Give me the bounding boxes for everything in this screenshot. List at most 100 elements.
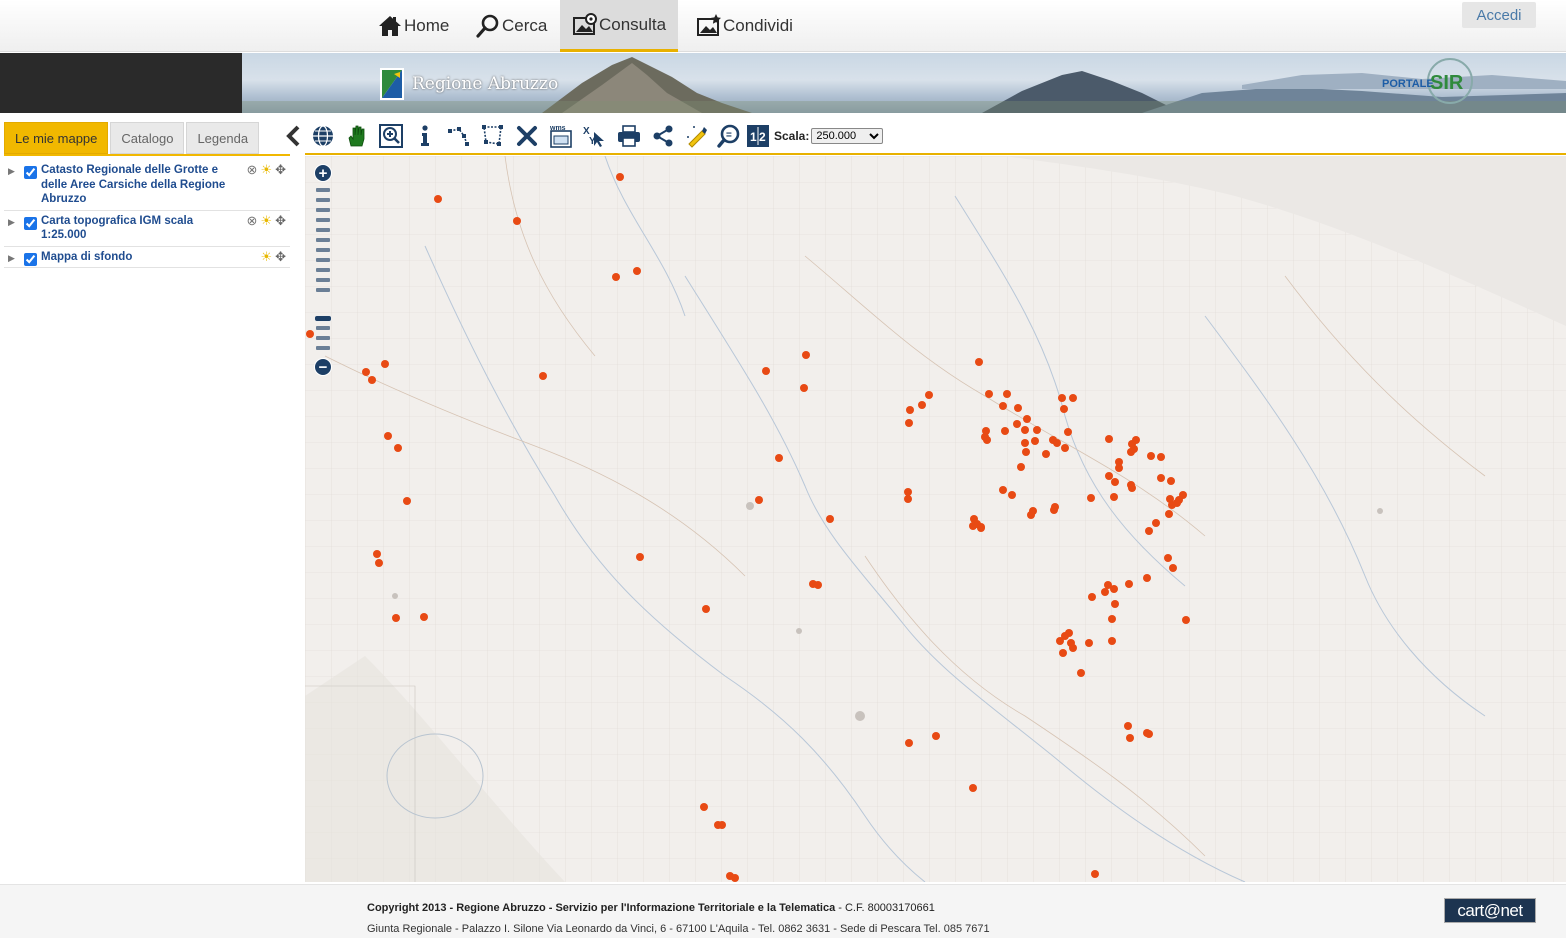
expand-arrow-icon[interactable]: ▶ bbox=[8, 217, 15, 228]
cave-point[interactable] bbox=[718, 821, 726, 829]
cave-point[interactable] bbox=[1064, 428, 1072, 436]
cave-point[interactable] bbox=[1110, 493, 1118, 501]
cave-point[interactable] bbox=[1143, 574, 1151, 582]
cave-point[interactable] bbox=[1023, 415, 1031, 423]
cave-point[interactable] bbox=[969, 784, 977, 792]
cave-point[interactable] bbox=[1014, 404, 1022, 412]
zoom-in-button[interactable]: + bbox=[314, 164, 332, 182]
cave-point[interactable] bbox=[1164, 554, 1172, 562]
cave-point[interactable] bbox=[392, 614, 400, 622]
cave-point[interactable] bbox=[1105, 435, 1113, 443]
cave-point[interactable] bbox=[905, 739, 913, 747]
cave-point[interactable] bbox=[702, 605, 710, 613]
cave-point[interactable] bbox=[800, 384, 808, 392]
cave-point[interactable] bbox=[918, 401, 926, 409]
cave-point[interactable] bbox=[1104, 581, 1112, 589]
move-layer-icon[interactable]: ✥ bbox=[275, 249, 286, 264]
cave-point[interactable] bbox=[1027, 511, 1035, 519]
cave-point[interactable] bbox=[1061, 444, 1069, 452]
cave-point[interactable] bbox=[1179, 491, 1187, 499]
scale-select[interactable]: 250.000 bbox=[811, 128, 884, 144]
cave-point[interactable] bbox=[1008, 491, 1016, 499]
scale-ratio-button[interactable]: 12 bbox=[744, 121, 772, 151]
tab-catalogo[interactable]: Catalogo bbox=[110, 122, 185, 154]
cave-point[interactable] bbox=[762, 367, 770, 375]
measure-area-button[interactable] bbox=[476, 121, 510, 151]
measure-line-button[interactable] bbox=[442, 121, 476, 151]
layer-name[interactable]: Mappa di sfondo bbox=[24, 250, 234, 265]
cave-point[interactable] bbox=[1126, 734, 1134, 742]
zoom-level-step[interactable] bbox=[316, 258, 330, 262]
cave-point[interactable] bbox=[932, 732, 940, 740]
layer-checkbox[interactable] bbox=[24, 216, 37, 230]
opacity-icon[interactable]: ☀ bbox=[260, 213, 272, 228]
remove-layer-icon[interactable]: ⊗ bbox=[247, 163, 258, 177]
cave-point[interactable] bbox=[1108, 615, 1116, 623]
cave-point[interactable] bbox=[1042, 450, 1050, 458]
cave-point[interactable] bbox=[977, 524, 985, 532]
zoom-out-button[interactable]: − bbox=[314, 358, 332, 376]
opacity-icon[interactable]: ☀ bbox=[260, 163, 272, 177]
remove-layer-icon[interactable]: ⊗ bbox=[247, 213, 258, 228]
cave-point[interactable] bbox=[368, 376, 376, 384]
cave-point[interactable] bbox=[1050, 506, 1058, 514]
cave-point[interactable] bbox=[1169, 564, 1177, 572]
cave-point[interactable] bbox=[1145, 527, 1153, 535]
opacity-icon[interactable]: ☀ bbox=[260, 249, 272, 264]
zoom-level-step[interactable] bbox=[316, 248, 330, 252]
cave-point[interactable] bbox=[700, 803, 708, 811]
cave-point[interactable] bbox=[616, 173, 624, 181]
cave-point[interactable] bbox=[362, 368, 370, 376]
wms-button[interactable]: wms bbox=[544, 121, 578, 151]
zoom-level-step[interactable] bbox=[316, 198, 330, 202]
cave-point[interactable] bbox=[826, 515, 834, 523]
cave-point[interactable] bbox=[1152, 519, 1160, 527]
cave-point[interactable] bbox=[1013, 420, 1021, 428]
cave-point[interactable] bbox=[1049, 436, 1057, 444]
collapse-panel-button[interactable] bbox=[282, 121, 306, 151]
cave-point[interactable] bbox=[513, 217, 521, 225]
cave-point[interactable] bbox=[403, 497, 411, 505]
nav-condividi[interactable]: Condividi bbox=[697, 0, 793, 52]
nav-home[interactable]: Home bbox=[378, 0, 449, 52]
zoom-level-step[interactable] bbox=[316, 268, 330, 272]
cave-point[interactable] bbox=[1091, 870, 1099, 878]
zoom-level-step[interactable] bbox=[316, 278, 330, 282]
cave-point[interactable] bbox=[1115, 464, 1123, 472]
cave-point[interactable] bbox=[983, 436, 991, 444]
layer-name[interactable]: Catasto Regionale delle Grotte e delle A… bbox=[24, 163, 234, 207]
layer-name[interactable]: Carta topografica IGM scala 1:25.000 bbox=[24, 214, 234, 243]
cave-point[interactable] bbox=[775, 454, 783, 462]
cave-point[interactable] bbox=[1157, 474, 1165, 482]
expand-arrow-icon[interactable]: ▶ bbox=[8, 166, 15, 177]
cave-point[interactable] bbox=[1124, 722, 1132, 730]
cave-point[interactable] bbox=[985, 390, 993, 398]
layer-checkbox[interactable] bbox=[24, 166, 37, 179]
cave-point[interactable] bbox=[1021, 439, 1029, 447]
cave-point[interactable] bbox=[1147, 452, 1155, 460]
zoom-level-step[interactable] bbox=[316, 218, 330, 222]
login-button[interactable]: Accedi bbox=[1462, 2, 1536, 28]
share-button[interactable] bbox=[646, 121, 680, 151]
layer-checkbox[interactable] bbox=[24, 252, 37, 266]
cave-point[interactable] bbox=[394, 444, 402, 452]
zoom-level-step[interactable] bbox=[316, 288, 330, 292]
cave-point[interactable] bbox=[1087, 494, 1095, 502]
cave-point[interactable] bbox=[306, 330, 314, 338]
cave-point[interactable] bbox=[999, 402, 1007, 410]
cave-point[interactable] bbox=[1130, 445, 1138, 453]
cave-point[interactable] bbox=[420, 613, 428, 621]
cave-point[interactable] bbox=[373, 550, 381, 558]
cave-point[interactable] bbox=[1003, 390, 1011, 398]
print-button[interactable] bbox=[612, 121, 646, 151]
cave-point[interactable] bbox=[814, 581, 822, 589]
cave-point[interactable] bbox=[975, 358, 983, 366]
cave-point[interactable] bbox=[1031, 437, 1039, 445]
cave-point[interactable] bbox=[1127, 481, 1135, 489]
zoom-box-button[interactable] bbox=[374, 121, 408, 151]
info-button[interactable] bbox=[408, 121, 442, 151]
cave-point[interactable] bbox=[905, 419, 913, 427]
cave-point[interactable] bbox=[633, 267, 641, 275]
zoom-level-step[interactable] bbox=[316, 238, 330, 242]
cave-point[interactable] bbox=[1165, 510, 1173, 518]
